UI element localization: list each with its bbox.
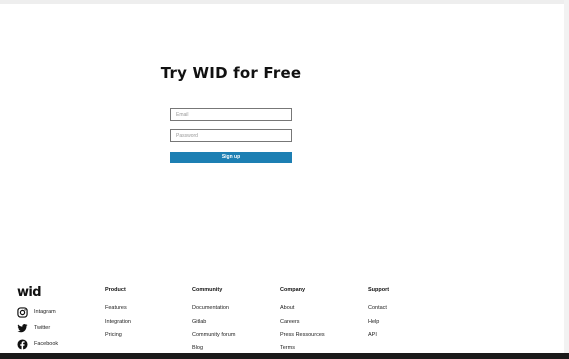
footer-link-terms[interactable]: Terms — [280, 345, 295, 351]
wid-logo[interactable]: wid — [17, 285, 42, 300]
social-link-instagram[interactable]: Intagram — [17, 306, 56, 318]
footer-column-company: Company About Careers Press Ressources T… — [280, 287, 325, 351]
page-title: Try WID for Free — [160, 64, 302, 82]
footer-link-help[interactable]: Help — [368, 319, 379, 325]
footer-link-community-forum[interactable]: Community forum — [192, 332, 235, 338]
footer-link-contact[interactable]: Contact — [368, 305, 387, 311]
footer-column-support: Support Contact Help API — [368, 287, 390, 338]
social-label-facebook: Facebook — [34, 341, 59, 347]
footer-link-pricing[interactable]: Pricing — [105, 332, 122, 338]
footer-link-press-ressources[interactable]: Press Ressources — [280, 332, 325, 338]
footer-column-title: Product — [105, 287, 126, 293]
footer-link-blog[interactable]: Blog — [192, 345, 203, 351]
footer-link-documentation[interactable]: Documentation — [192, 305, 229, 311]
footer-link-about[interactable]: About — [280, 305, 294, 311]
top-strip — [0, 0, 569, 4]
facebook-icon — [17, 338, 28, 350]
bottom-bar — [0, 353, 569, 359]
twitter-icon — [17, 323, 28, 332]
footer-column-community: Community Documentation Gitlab Community… — [192, 287, 235, 351]
footer-column-title: Community — [192, 287, 223, 293]
footer-column-product: Product Features Integration Pricing — [105, 287, 131, 338]
social-label-instagram: Intagram — [34, 309, 56, 315]
password-field[interactable] — [170, 129, 292, 142]
social-link-twitter[interactable]: Twitter — [17, 322, 50, 334]
instagram-icon — [17, 306, 28, 318]
social-label-twitter: Twitter — [34, 325, 51, 331]
footer-link-features[interactable]: Features — [105, 305, 127, 311]
email-field[interactable] — [170, 108, 292, 121]
social-link-facebook[interactable]: Facebook — [17, 338, 58, 350]
footer-link-gitlab[interactable]: Gitlab — [192, 319, 206, 325]
sign-up-button[interactable]: Sign up — [170, 152, 292, 163]
footer-column-title: Support — [368, 287, 390, 293]
footer-link-careers[interactable]: Careers — [280, 319, 300, 325]
footer-link-integration[interactable]: Integration — [105, 319, 131, 325]
footer-link-api[interactable]: API — [368, 332, 377, 338]
scrollbar-track[interactable] — [564, 0, 569, 359]
footer-column-title: Company — [280, 287, 306, 293]
